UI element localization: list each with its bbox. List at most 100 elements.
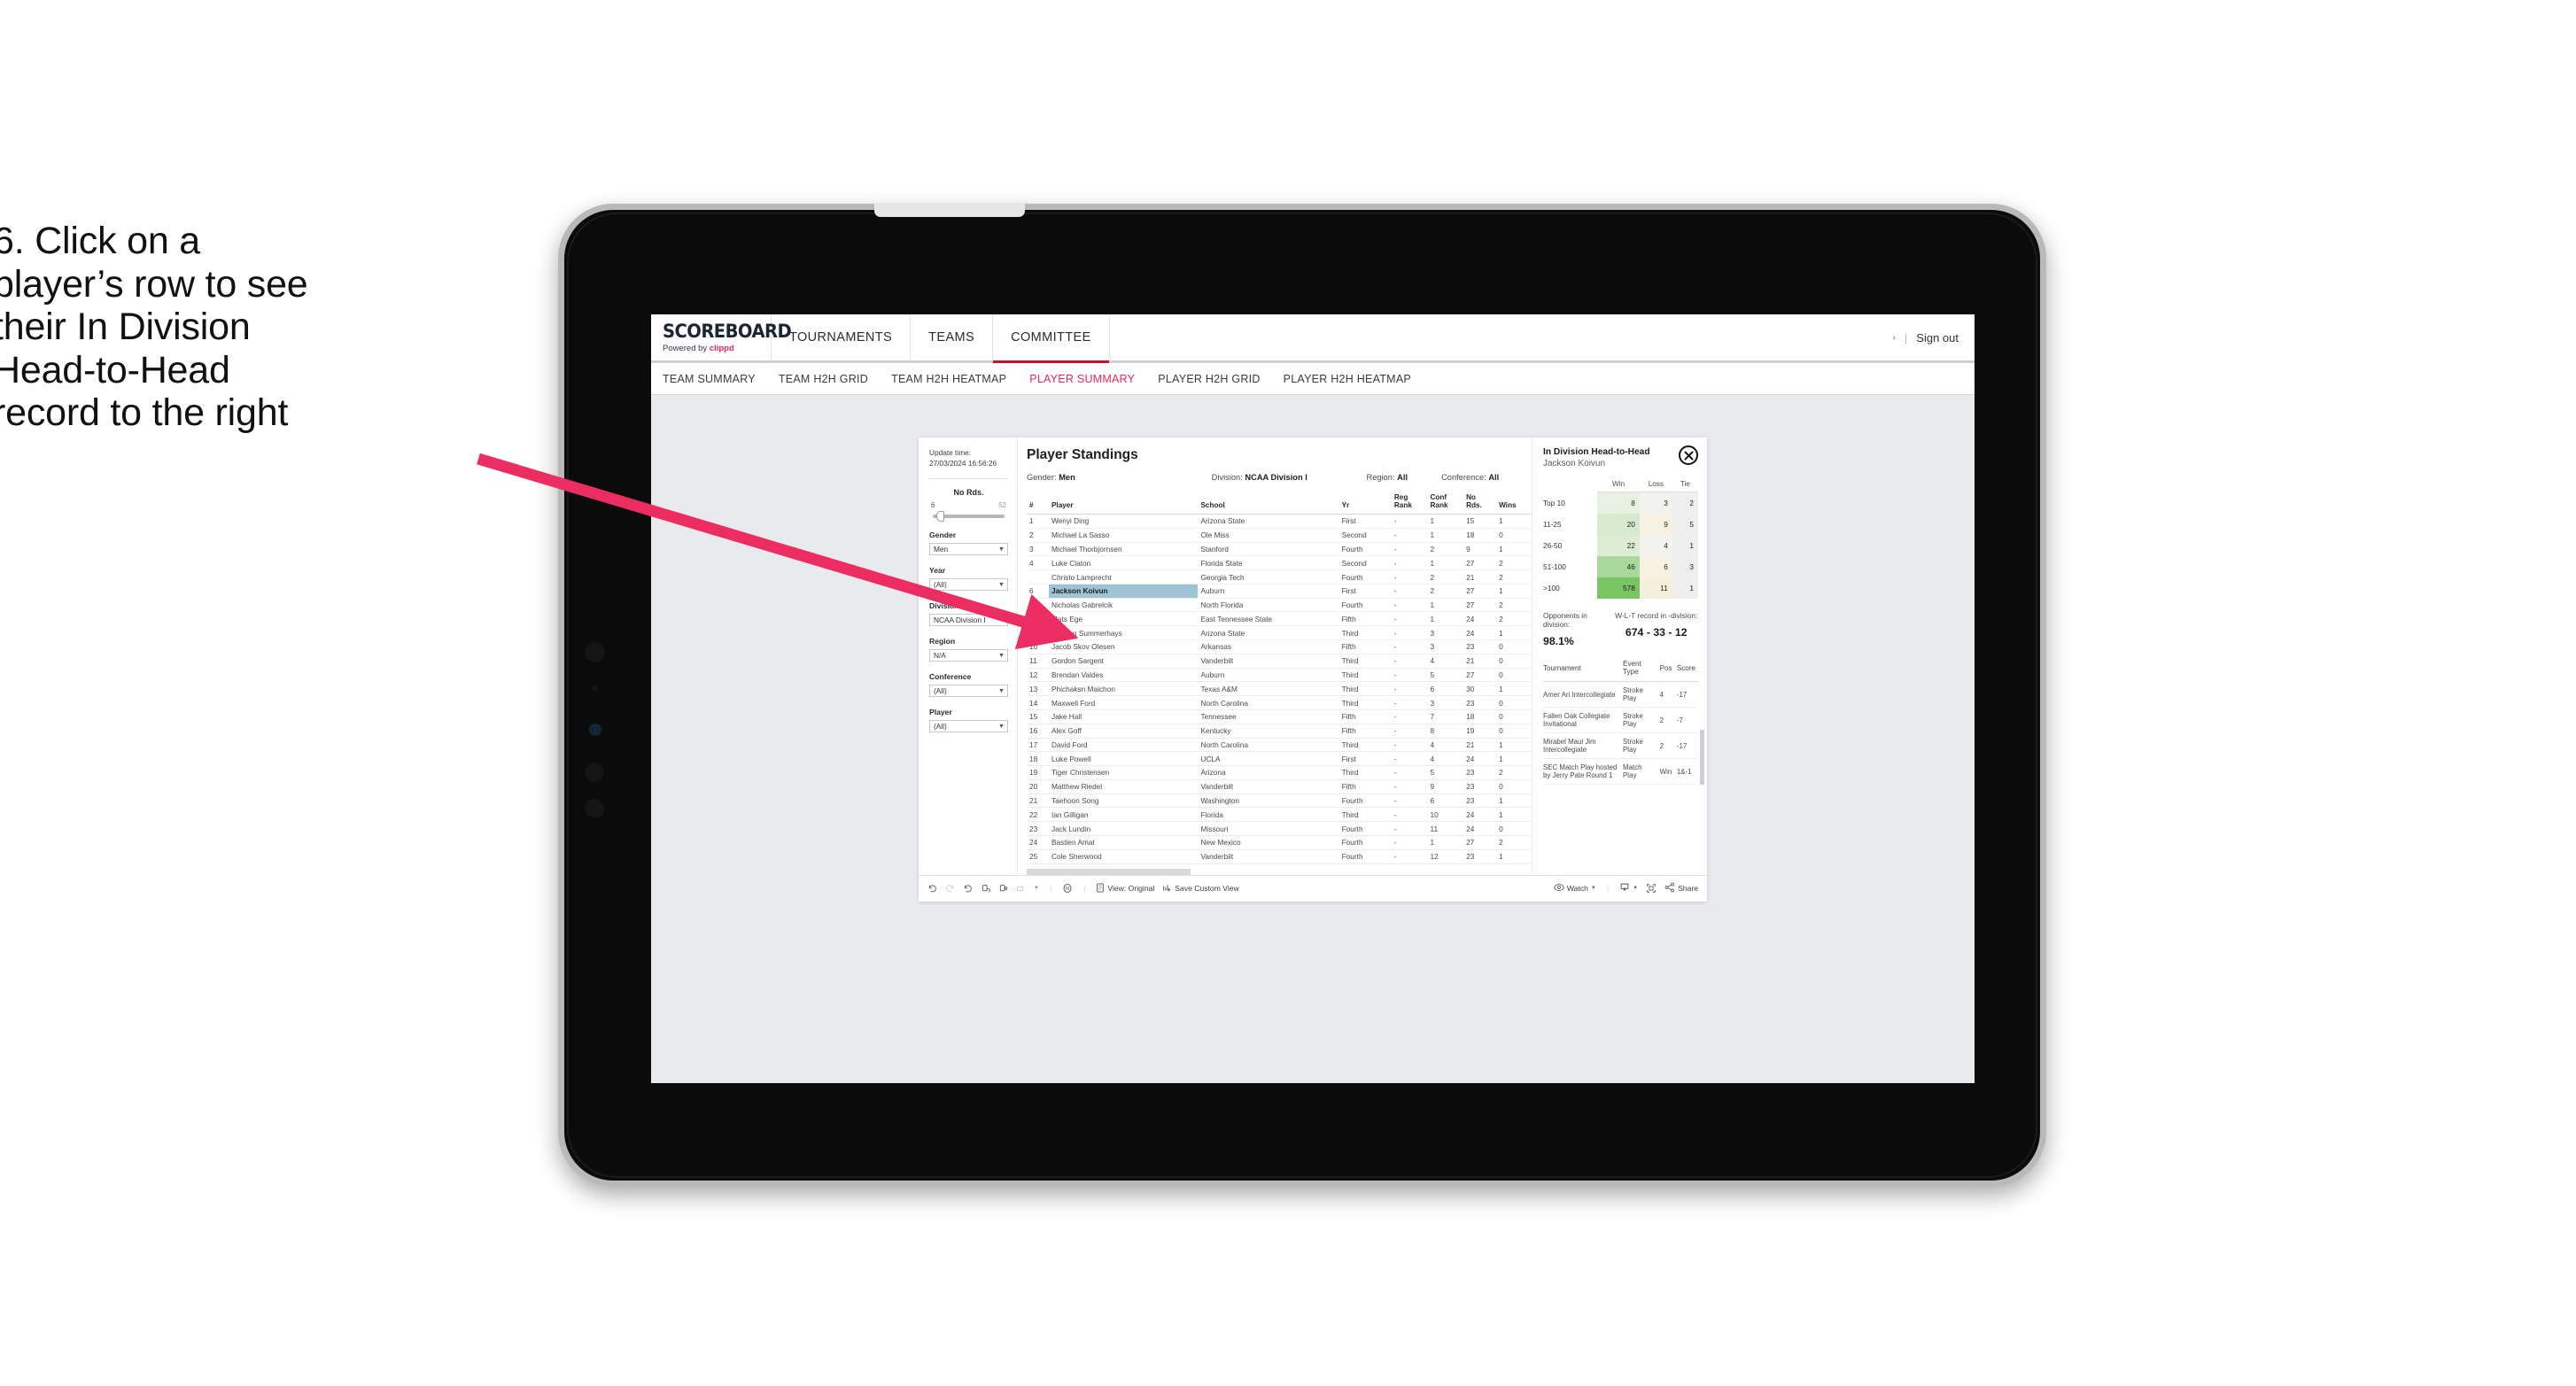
event-score-cell: -7	[1676, 707, 1698, 733]
player-no-rds-cell: 27	[1463, 598, 1497, 613]
player-name-cell: Ian Gilligan	[1048, 807, 1199, 823]
player-school-cell: Georgia Tech	[1198, 569, 1339, 585]
horizontal-scrollbar[interactable]	[1027, 868, 1191, 875]
col-yr[interactable]: Yr	[1338, 492, 1392, 515]
table-row[interactable]: 13 Phichaksn Maichon Texas A&M Third -6 30 1	[1027, 681, 1532, 697]
filter-conference-select[interactable]: (All) ▼	[929, 685, 1008, 698]
events-col-score: Score	[1676, 660, 1698, 682]
nav-item-committee[interactable]: COMMITTEE	[993, 314, 1110, 363]
revert-icon[interactable]	[963, 884, 973, 894]
watch-button[interactable]: Watch ▼	[1554, 883, 1596, 894]
fullscreen-icon[interactable]	[1646, 883, 1657, 894]
h2h-tie-cell: 1	[1672, 535, 1698, 556]
col-conf-rank[interactable]: Conf Rank	[1427, 492, 1464, 515]
player-reg-rank-cell: -	[1391, 569, 1428, 585]
subhead-conference-value: All	[1488, 473, 1500, 482]
tablet-sensor-icon	[585, 799, 604, 818]
subhead-division: Division: NCAA Division I	[1212, 473, 1367, 482]
table-row[interactable]: 18 Luke Powell UCLA First -4 24 1	[1027, 751, 1532, 767]
highlight-icon[interactable]	[1016, 884, 1026, 894]
player-conf-rank-cell: 1	[1427, 555, 1464, 571]
opponents-in-division: Opponents in division: 98.1%	[1543, 611, 1615, 647]
subhead-division-label: Division:	[1211, 473, 1243, 482]
pause-auto-update-icon[interactable]	[1062, 883, 1073, 894]
filter-player-select[interactable]: (All) ▼	[929, 720, 1008, 733]
table-row[interactable]: 17 David Ford North Carolina Third -4 21 1	[1027, 738, 1532, 753]
h2h-row-label: 26-50	[1543, 535, 1598, 556]
player-conf-rank-cell: 3	[1427, 695, 1464, 710]
table-row[interactable]: 25 Cole Sherwood Vanderbilt Fourth -12 23 1	[1027, 849, 1532, 864]
tab-player-h2h-heatmap[interactable]: PLAYER H2H HEATMAP	[1284, 373, 1411, 385]
h2h-col-loss: Loss	[1639, 480, 1672, 492]
close-icon[interactable]	[1679, 445, 1698, 465]
wlt-record: W-L-T record in -division: 674 - 33 - 12	[1615, 611, 1699, 647]
opponents-label: Opponents in division:	[1543, 611, 1587, 629]
view-original-button[interactable]: View: Original	[1096, 882, 1154, 894]
brand-logo[interactable]: SCOREBOARD Powered by clippd	[651, 314, 792, 360]
player-name-cell: Matthew Riedel	[1048, 779, 1199, 794]
h2h-row: 26-50 22 4 1	[1543, 535, 1698, 556]
player-reg-rank-cell: -	[1391, 598, 1428, 613]
player-conf-rank-cell: 2	[1427, 542, 1464, 557]
tab-player-h2h-grid[interactable]: PLAYER H2H GRID	[1158, 373, 1260, 385]
player-wins-cell: 1	[1496, 625, 1532, 641]
nav-item-teams[interactable]: TEAMS	[911, 314, 994, 360]
table-row[interactable]: 16 Alex Goff Kentucky Fifth -8 19 0	[1027, 724, 1532, 739]
share-button[interactable]: Share	[1664, 882, 1698, 894]
player-no-rds-cell: 27	[1463, 584, 1497, 599]
event-row: Mirabel Maui Jim Intercollegiate Stroke P…	[1543, 732, 1698, 759]
player-school-cell: Arkansas	[1198, 639, 1339, 654]
player-reg-rank-cell: -	[1391, 794, 1428, 809]
table-row[interactable]: 14 Maxwell Ford North Carolina Third -3 23 0	[1027, 695, 1532, 710]
undo-icon[interactable]	[927, 884, 937, 894]
player-wins-cell: 2	[1496, 555, 1532, 571]
sign-out-link[interactable]: Sign out	[1916, 331, 1959, 345]
filter-player-label: Player	[929, 708, 952, 717]
player-wins-cell: 2	[1496, 569, 1532, 585]
tab-team-h2h-grid[interactable]: TEAM H2H GRID	[779, 373, 868, 385]
col-wins[interactable]: Wins	[1496, 492, 1532, 515]
table-row[interactable]: 22 Ian Gilligan Florida Third -10 24 1	[1027, 807, 1532, 823]
toolbar-divider: |	[1083, 884, 1086, 894]
nav-item-tournaments[interactable]: TOURNAMENTS	[772, 314, 912, 360]
table-row[interactable]: 20 Matthew Riedel Vanderbilt Fifth -9 23 0	[1027, 779, 1532, 794]
player-no-rds-cell: 27	[1463, 668, 1497, 683]
player-no-rds-cell: 24	[1463, 611, 1497, 627]
player-no-rds-cell: 24	[1463, 821, 1497, 836]
event-type-cell: Match Play	[1623, 758, 1660, 785]
player-reg-rank-cell: -	[1391, 835, 1428, 850]
chevron-down-icon[interactable]: ▼	[1034, 886, 1039, 891]
table-row[interactable]: 23 Jack Lundin Missouri Fourth -11 24 0	[1027, 821, 1532, 836]
player-name-cell: Alex Goff	[1048, 724, 1199, 739]
pointer-arrow	[477, 453, 1079, 650]
tab-player-summary[interactable]: PLAYER SUMMARY	[1029, 373, 1135, 385]
events-vertical-scrollbar[interactable]	[1700, 730, 1704, 785]
player-conf-rank-cell: 4	[1427, 751, 1464, 767]
player-no-rds-cell: 21	[1463, 569, 1497, 585]
col-school[interactable]: School	[1198, 492, 1339, 515]
table-row[interactable]: 21 Taehoon Song Washington Fourth -6 23 1	[1027, 794, 1532, 809]
player-wins-cell: 1	[1496, 807, 1532, 823]
col-no-rds[interactable]: No Rds.	[1463, 492, 1497, 515]
table-row[interactable]: 19 Tiger Christensen Arizona Third -5 23 2	[1027, 765, 1532, 780]
save-custom-view-button[interactable]: Save Custom View	[1162, 883, 1239, 894]
tab-team-summary[interactable]: TEAM SUMMARY	[663, 373, 756, 385]
tab-team-h2h-heatmap[interactable]: TEAM H2H HEATMAP	[891, 373, 1006, 385]
player-wins-cell: 1	[1496, 584, 1532, 599]
table-row[interactable]: 24 Bastien Amat New Mexico Fourth -1 27 2	[1027, 835, 1532, 850]
refresh-data-icon[interactable]	[981, 884, 990, 894]
player-rank-cell: 23	[1027, 821, 1049, 836]
caption-line-1: 6. Click on a	[0, 220, 201, 262]
chevron-right-icon[interactable]: ›	[1893, 333, 1896, 343]
download-button[interactable]: ▼	[1619, 882, 1638, 894]
player-conf-rank-cell: 4	[1427, 738, 1464, 753]
events-header-row: Tournament Event Type Pos Score	[1543, 660, 1698, 682]
header-divider: |	[1904, 330, 1908, 345]
viz-toolbar: ▼ | | View: Original Save Custom View Wa…	[919, 874, 1707, 902]
h2h-row: 51-100 46 6 3	[1543, 556, 1698, 577]
redo-icon[interactable]	[945, 884, 955, 894]
col-reg-rank[interactable]: Reg Rank	[1391, 492, 1428, 515]
table-row[interactable]: 15 Jake Hall Tennessee Fifth -7 18 0	[1027, 709, 1532, 724]
table-row[interactable]: 12 Brendan Valdes Auburn Third -5 27 0	[1027, 668, 1532, 683]
pause-refresh-icon[interactable]	[998, 884, 1008, 894]
